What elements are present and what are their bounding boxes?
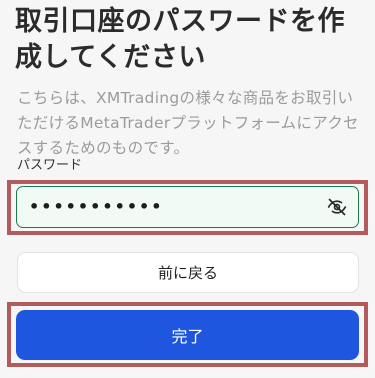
complete-button[interactable]: 完了 <box>16 310 359 360</box>
password-input-value[interactable]: ••••••••••• <box>29 197 326 217</box>
password-label: パスワード <box>17 158 83 173</box>
password-field[interactable]: ••••••••••• <box>16 186 359 228</box>
eye-off-icon[interactable] <box>326 196 348 218</box>
description-text: こちらは、XMTradingの様々な商品をお取引いただけるMetaTraderプ… <box>17 89 359 157</box>
back-button[interactable]: 前に戻る <box>17 252 359 293</box>
page-title: 取引口座のパスワードを作成してください <box>15 6 345 73</box>
